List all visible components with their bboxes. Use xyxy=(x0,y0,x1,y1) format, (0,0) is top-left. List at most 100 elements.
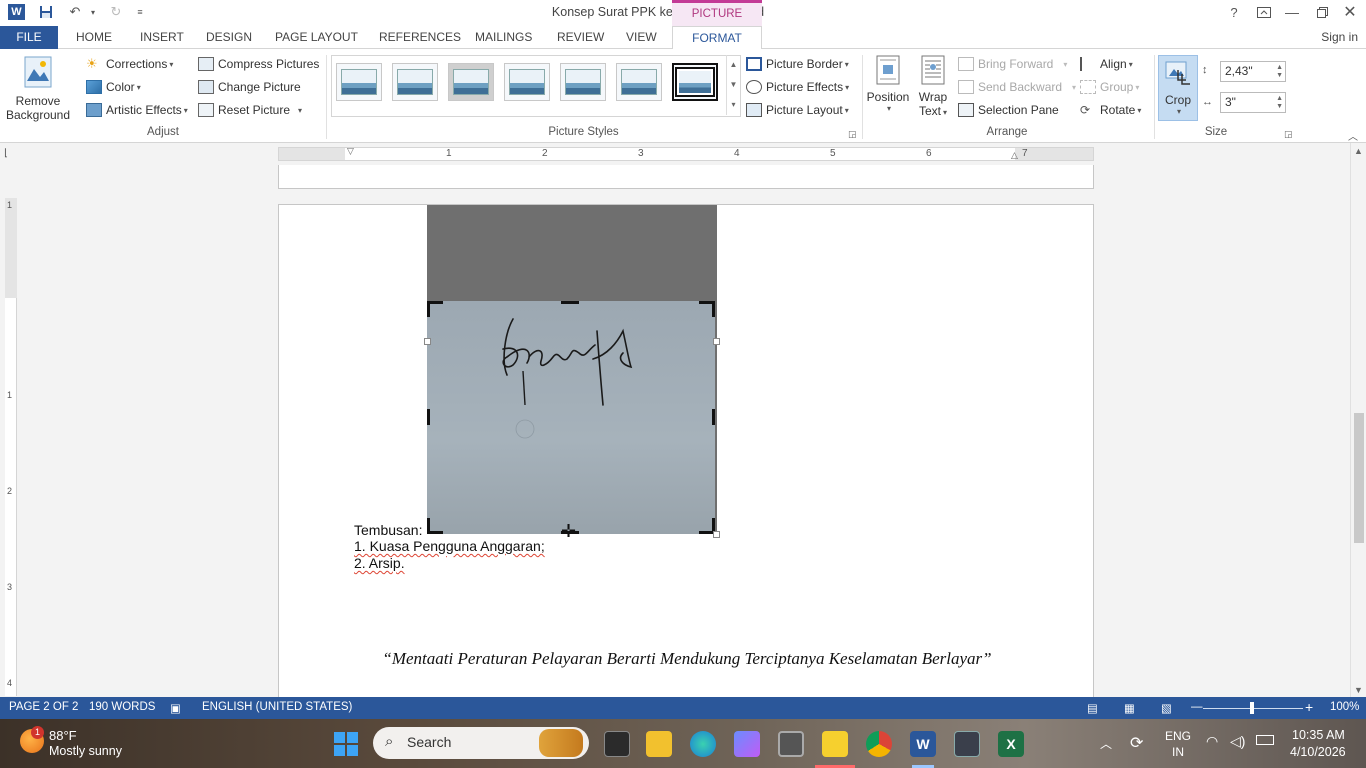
resize-handle-left[interactable] xyxy=(424,338,431,345)
web-layout-icon[interactable]: ▧ xyxy=(1161,701,1172,715)
picture-style-2[interactable] xyxy=(392,63,438,101)
align-button[interactable]: Align ▾ xyxy=(1080,57,1133,71)
compress-pictures-button[interactable]: Compress Pictures xyxy=(198,57,319,71)
sync-icon[interactable]: ⟳ xyxy=(1130,733,1143,753)
language-code[interactable]: ENG xyxy=(1165,729,1191,743)
clock-time[interactable]: 10:35 AM xyxy=(1292,728,1345,742)
undo-dropdown-icon[interactable]: ▾ xyxy=(84,3,102,21)
height-spin-down-icon[interactable]: ▼ xyxy=(1276,72,1283,80)
help-icon[interactable]: ? xyxy=(1220,0,1248,24)
crop-handle-bottom-left[interactable] xyxy=(427,518,430,534)
picture-border-button[interactable]: Picture Border ▾ xyxy=(746,57,849,71)
zoom-in-icon[interactable]: + xyxy=(1305,699,1313,715)
corrections-button[interactable]: ☀ Corrections ▾ xyxy=(86,57,173,72)
zoom-level[interactable]: 100% xyxy=(1330,701,1359,713)
document-page[interactable]: ✛ Tembusan: 1. Kuasa Pengguna Anggaran; … xyxy=(278,204,1094,697)
weather-temperature[interactable]: 88°F xyxy=(49,728,77,743)
tab-mailings[interactable]: MAILINGS xyxy=(467,26,540,49)
shape-height-input[interactable]: 2,43" ▲ ▼ xyxy=(1220,61,1286,82)
word-count[interactable]: 190 WORDS xyxy=(89,701,155,713)
word-taskbar-icon[interactable]: W xyxy=(910,731,936,757)
scrollbar-thumb[interactable] xyxy=(1354,413,1364,543)
picture-style-5[interactable] xyxy=(560,63,606,101)
selection-pane-button[interactable]: Selection Pane xyxy=(958,103,1059,117)
crop-handle-right[interactable] xyxy=(712,409,715,425)
language-indicator[interactable]: ENGLISH (UNITED STATES) xyxy=(202,701,352,713)
calculator-icon[interactable] xyxy=(954,731,980,757)
crop-button[interactable]: Crop ▾ xyxy=(1158,55,1198,121)
proofing-icon[interactable]: ▣ xyxy=(170,701,181,715)
minimize-icon[interactable]: — xyxy=(1278,0,1306,24)
rotate-button[interactable]: ⟳ Rotate ▾ xyxy=(1080,103,1141,117)
tab-file[interactable]: FILE xyxy=(0,26,58,49)
taskbar-search-box[interactable]: ⌕ Search xyxy=(373,727,589,759)
collapse-ribbon-icon[interactable]: ︿ xyxy=(1348,128,1358,143)
tab-format[interactable]: FORMAT xyxy=(672,26,762,50)
horizontal-ruler[interactable]: 1 2 3 4 5 6 7 ▽ △ xyxy=(278,146,1094,161)
weather-description[interactable]: Mostly sunny xyxy=(49,744,122,758)
height-spin-up-icon[interactable]: ▲ xyxy=(1276,64,1283,72)
color-button[interactable]: Color ▾ xyxy=(86,80,141,94)
gallery-down-icon[interactable]: ▼ xyxy=(727,75,740,95)
camera-icon[interactable] xyxy=(778,731,804,757)
tab-view[interactable]: VIEW xyxy=(618,26,665,49)
shape-width-input[interactable]: 3" ▲ ▼ xyxy=(1220,92,1286,113)
size-launcher-icon[interactable]: ◲ xyxy=(1284,129,1293,140)
tab-references[interactable]: REFERENCES xyxy=(371,26,469,49)
bring-forward-button[interactable]: Bring Forward ▾ xyxy=(958,57,1067,71)
right-indent-marker-icon[interactable]: △ xyxy=(1011,150,1018,161)
print-layout-icon[interactable]: ▦ xyxy=(1124,701,1135,715)
file-explorer-icon[interactable] xyxy=(646,731,672,757)
picture-effects-button[interactable]: Picture Effects ▾ xyxy=(746,80,849,94)
gallery-up-icon[interactable]: ▲ xyxy=(727,55,740,75)
read-mode-icon[interactable]: ▤ xyxy=(1087,701,1098,715)
signature-image[interactable] xyxy=(427,301,715,534)
tab-page-layout[interactable]: PAGE LAYOUT xyxy=(267,26,366,49)
undo-icon[interactable]: ↶ xyxy=(66,3,84,21)
crop-handle-top-left[interactable] xyxy=(427,301,430,317)
group-button[interactable]: Group ▾ xyxy=(1080,80,1139,94)
picture-style-6[interactable] xyxy=(616,63,662,101)
scroll-up-icon[interactable]: ▲ xyxy=(1354,146,1363,156)
width-spin-up-icon[interactable]: ▲ xyxy=(1276,95,1283,103)
crop-handle-top-right[interactable] xyxy=(712,301,715,317)
position-button[interactable]: Position ▾ xyxy=(866,55,910,113)
save-icon[interactable] xyxy=(37,3,55,21)
reset-picture-button[interactable]: Reset Picture ▾ xyxy=(198,103,302,117)
task-view-icon[interactable] xyxy=(604,731,630,757)
scroll-down-icon[interactable]: ▼ xyxy=(1354,685,1363,695)
artistic-effects-button[interactable]: Artistic Effects ▾ xyxy=(86,103,188,117)
customize-qat-icon[interactable]: ≡ xyxy=(131,3,149,21)
change-picture-button[interactable]: Change Picture xyxy=(198,80,301,94)
vertical-ruler[interactable]: 1 1 2 3 4 xyxy=(5,198,17,696)
battery-icon[interactable] xyxy=(1256,735,1274,745)
redo-icon[interactable]: ↻ xyxy=(107,3,125,21)
close-icon[interactable]: ✕ xyxy=(1336,0,1364,24)
picture-style-3[interactable] xyxy=(448,63,494,101)
clock-date[interactable]: 4/10/2026 xyxy=(1290,745,1346,759)
picture-style-7[interactable] xyxy=(672,63,718,101)
vertical-scrollbar[interactable]: ▲ ▼ xyxy=(1350,143,1366,697)
gallery-more-icon[interactable]: ▾ xyxy=(727,95,740,115)
tab-review[interactable]: REVIEW xyxy=(549,26,612,49)
remove-background-button[interactable]: Remove Background xyxy=(4,55,72,122)
tab-home[interactable]: HOME xyxy=(68,26,120,49)
copilot-icon[interactable] xyxy=(734,731,760,757)
wrap-text-button[interactable]: Wrap Text ▾ xyxy=(914,55,952,118)
chrome-icon[interactable] xyxy=(866,731,892,757)
language-region[interactable]: IN xyxy=(1172,745,1184,759)
picture-style-1[interactable] xyxy=(336,63,382,101)
picture-style-4[interactable] xyxy=(504,63,550,101)
volume-icon[interactable]: ◁) xyxy=(1230,733,1245,750)
zoom-out-icon[interactable]: — xyxy=(1191,701,1203,713)
resize-handle-right[interactable] xyxy=(713,338,720,345)
send-backward-button[interactable]: Send Backward ▾ xyxy=(958,80,1076,94)
resize-handle-bottom-right[interactable] xyxy=(713,531,720,538)
tab-insert[interactable]: INSERT xyxy=(132,26,192,49)
sign-in-link[interactable]: Sign in xyxy=(1321,30,1358,44)
crop-handle-left[interactable] xyxy=(427,409,430,425)
page-count[interactable]: PAGE 2 OF 2 xyxy=(9,701,78,713)
show-hidden-icons-icon[interactable]: ︿ xyxy=(1100,735,1112,752)
picture-layout-button[interactable]: Picture Layout ▾ xyxy=(746,103,849,117)
start-windows-icon[interactable] xyxy=(334,732,358,759)
